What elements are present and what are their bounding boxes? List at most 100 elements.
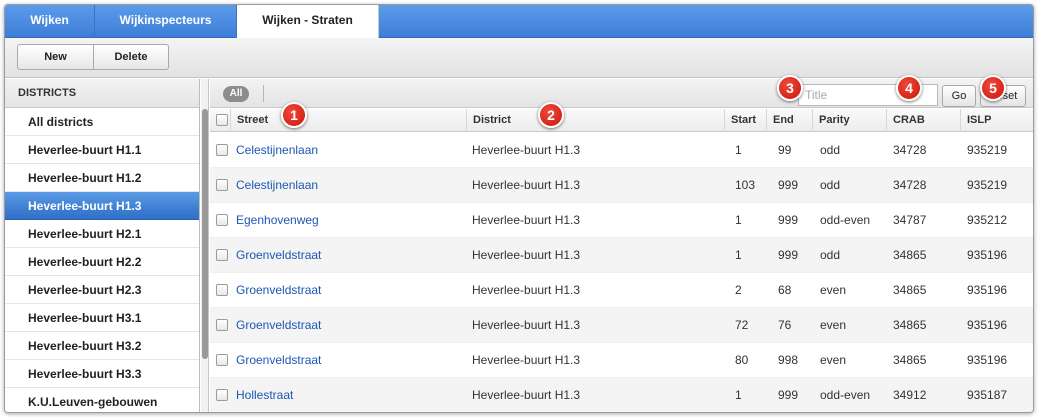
sidebar-item-kuleuven[interactable]: K.U.Leuven-gebouwen [5,388,199,412]
tab-wijken-straten[interactable]: Wijken - Straten [237,5,379,39]
row-checkbox[interactable] [216,319,228,331]
street-link[interactable]: Groenveldstraat [236,238,321,273]
callout-badge-5: 5 [980,75,1006,101]
start-cell: 1 [735,388,742,402]
district-cell: Heverlee-buurt H1.3 [472,318,581,332]
sidebar-item-h3-1[interactable]: Heverlee-buurt H3.1 [5,304,199,332]
end-cell: 999 [778,248,799,262]
column-header-district[interactable]: District [466,109,724,132]
table-header: Street District Start End Parity CRAB IS… [210,109,1033,132]
row-checkbox[interactable] [216,389,228,401]
table-row[interactable]: Celestijnenlaan Heverlee-buurt H1.3 103 … [210,168,1033,203]
end-cell: 998 [778,353,799,367]
street-link[interactable]: Groenveldstraat [236,273,321,308]
end-cell: 999 [778,178,799,192]
row-checkbox[interactable] [216,249,228,261]
start-cell: 72 [735,318,749,332]
table-row[interactable]: Groenveldstraat Heverlee-buurt H1.3 1 99… [210,238,1033,273]
column-header-parity[interactable]: Parity [812,109,886,132]
sidebar-item-h1-1[interactable]: Heverlee-buurt H1.1 [5,136,199,164]
table-row[interactable]: Egenhovenweg Heverlee-buurt H1.3 1 999 o… [210,203,1033,238]
sidebar-scrollbar[interactable] [201,79,209,412]
callout-badge-2: 2 [538,102,564,128]
islp-cell: 935196 [967,283,1008,297]
sidebar-item-all-districts[interactable]: All districts [5,108,199,136]
column-header-crab[interactable]: CRAB [886,109,960,132]
start-cell: 2 [735,283,742,297]
parity-cell: odd-even [820,213,871,227]
tab-bar: Wijken Wijkinspecteurs Wijken - Straten [5,5,1033,39]
sidebar-item-h2-1[interactable]: Heverlee-buurt H2.1 [5,220,199,248]
sidebar-item-h1-3[interactable]: Heverlee-buurt H1.3 [5,192,199,220]
sidebar-item-h3-2[interactable]: Heverlee-buurt H3.2 [5,332,199,360]
district-cell: Heverlee-buurt H1.3 [472,283,581,297]
all-filter-pill[interactable]: All [223,86,249,102]
go-button[interactable]: Go [942,85,976,107]
column-header-end[interactable]: End [766,109,812,132]
row-checkbox[interactable] [216,354,228,366]
action-button-group: New Delete [17,44,169,70]
callout-badge-3: 3 [777,75,803,101]
crab-cell: 34865 [893,248,927,262]
parity-cell: odd [820,248,841,262]
parity-cell: odd [820,143,841,157]
table-row[interactable]: Groenveldstraat Heverlee-buurt H1.3 72 7… [210,308,1033,343]
sidebar-item-h1-2[interactable]: Heverlee-buurt H1.2 [5,164,199,192]
end-cell: 76 [778,318,792,332]
start-cell: 1 [735,213,742,227]
parity-cell: even [820,318,847,332]
islp-cell: 935219 [967,178,1008,192]
islp-cell: 935219 [967,143,1008,157]
street-link[interactable]: Celestijnenlaan [236,168,318,203]
islp-cell: 935196 [967,353,1008,367]
crab-cell: 34865 [893,283,927,297]
end-cell: 999 [778,388,799,402]
parity-cell: odd [820,178,841,192]
callout-badge-1: 1 [281,102,307,128]
street-link[interactable]: Celestijnenlaan [236,133,318,168]
row-checkbox[interactable] [216,179,228,191]
select-all-checkbox[interactable] [216,114,228,126]
filter-divider [263,85,264,102]
tab-wijkinspecteurs[interactable]: Wijkinspecteurs [95,5,237,38]
parity-cell: odd-even [820,388,871,402]
islp-cell: 935196 [967,248,1008,262]
street-link[interactable]: Groenveldstraat [236,343,321,378]
start-cell: 1 [735,143,742,157]
street-link[interactable]: Groenveldstraat [236,308,321,343]
new-button[interactable]: New [18,45,93,69]
crab-cell: 34912 [893,388,927,402]
row-checkbox[interactable] [216,284,228,296]
crab-cell: 34728 [893,178,927,192]
crab-cell: 34787 [893,213,927,227]
sidebar-item-h2-3[interactable]: Heverlee-buurt H2.3 [5,276,199,304]
column-header-islp[interactable]: ISLP [960,109,1033,132]
sidebar-item-h2-2[interactable]: Heverlee-buurt H2.2 [5,248,199,276]
delete-button[interactable]: Delete [93,45,168,69]
sidebar-item-h3-3[interactable]: Heverlee-buurt H3.3 [5,360,199,388]
row-checkbox[interactable] [216,214,228,226]
islp-cell: 935196 [967,318,1008,332]
start-cell: 80 [735,353,749,367]
table-row[interactable]: Groenveldstraat Heverlee-buurt H1.3 2 68… [210,273,1033,308]
district-cell: Heverlee-buurt H1.3 [472,248,581,262]
district-cell: Heverlee-buurt H1.3 [472,353,581,367]
start-cell: 1 [735,248,742,262]
street-link[interactable]: Hollestraat [236,378,293,412]
parity-cell: even [820,283,847,297]
street-link[interactable]: Egenhovenweg [236,203,319,238]
table-row[interactable]: Groenveldstraat Heverlee-buurt H1.3 80 9… [210,343,1033,378]
app-window: Wijken Wijkinspecteurs Wijken - Straten … [4,4,1034,413]
crab-cell: 34865 [893,318,927,332]
table-row[interactable]: Hollestraat Heverlee-buurt H1.3 1 999 od… [210,378,1033,412]
table-row[interactable]: Celestijnenlaan Heverlee-buurt H1.3 1 99… [210,133,1033,168]
start-cell: 103 [735,178,756,192]
column-header-start[interactable]: Start [724,109,766,132]
districts-sidebar: DISTRICTS All districts Heverlee-buurt H… [5,79,200,412]
end-cell: 999 [778,213,799,227]
scrollbar-thumb[interactable] [202,109,208,359]
row-checkbox[interactable] [216,144,228,156]
column-header-street[interactable]: Street [230,109,466,132]
tab-wijken[interactable]: Wijken [5,5,95,38]
callout-badge-4: 4 [896,75,922,101]
